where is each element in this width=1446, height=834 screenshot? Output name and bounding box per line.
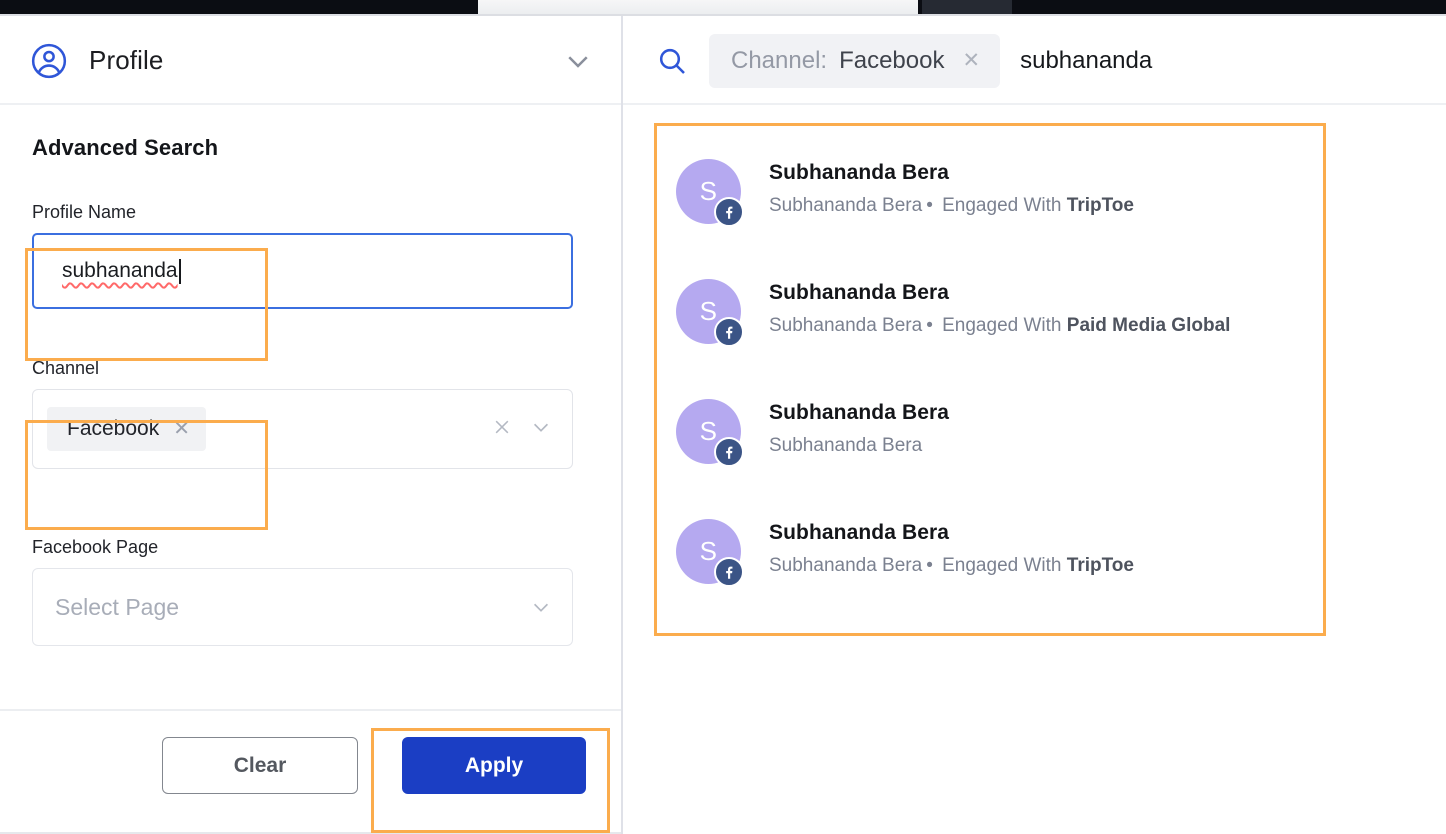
result-sub-name: Subhananda Bera [769, 435, 923, 456]
footer-button-row: Clear Apply [162, 737, 586, 794]
avatar: S [676, 159, 744, 227]
facebook-icon [714, 197, 744, 227]
profile-name-input[interactable]: subhananda [32, 233, 573, 309]
result-text: Subhananda Bera Subhananda Bera • Engaged… [769, 159, 1134, 217]
facebook-page-placeholder: Select Page [55, 593, 180, 620]
field-channel: Channel Facebook ✕ [32, 358, 573, 469]
facebook-page-select[interactable]: Select Page [32, 568, 573, 646]
engaged-with-value: TripToe [1066, 195, 1134, 216]
chip-label: Facebook [67, 417, 160, 440]
panel-header: Profile [0, 16, 621, 105]
page-title: Profile [89, 45, 164, 75]
close-icon[interactable] [492, 417, 512, 442]
result-name: Subhananda Bera [769, 401, 950, 424]
result-subtitle: Subhananda Bera • Engaged With TripToe [769, 555, 1134, 577]
separator-dot: • [926, 195, 933, 216]
panel-body: Advanced Search Profile Name subhananda … [0, 105, 621, 709]
close-icon[interactable]: ✕ [962, 48, 980, 73]
facebook-icon [714, 557, 744, 587]
result-name: Subhananda Bera [769, 521, 950, 544]
channel-chip-facebook[interactable]: Facebook ✕ [47, 407, 206, 451]
search-icon[interactable] [656, 45, 688, 77]
close-icon[interactable]: ✕ [173, 419, 190, 439]
text-caret [178, 258, 181, 284]
section-title: Advanced Search [32, 135, 219, 160]
result-subtitle: Subhananda Bera • Engaged With TripToe [769, 195, 1134, 217]
clear-button[interactable]: Clear [162, 737, 358, 794]
browser-tab-active[interactable] [478, 0, 918, 14]
separator-dot: • [926, 315, 933, 336]
result-subtitle: Subhananda Bera • Engaged With Paid Media… [769, 315, 1230, 337]
field-profile-name: Profile Name subhananda [32, 202, 573, 309]
channel-select[interactable]: Facebook ✕ [32, 389, 573, 469]
result-text: Subhananda Bera Subhananda Bera [769, 399, 949, 457]
facebook-icon [714, 317, 744, 347]
avatar: S [676, 399, 744, 467]
apply-button[interactable]: Apply [402, 737, 586, 794]
browser-tab-inactive[interactable] [922, 0, 1012, 14]
result-sub-name: Subhananda Bera [769, 315, 923, 336]
footer-divider [0, 709, 621, 711]
browser-tab-strip [0, 0, 1446, 14]
engaged-label: Engaged With [942, 195, 1062, 216]
profile-name-label: Profile Name [32, 202, 137, 222]
field-facebook-page: Facebook Page Select Page [32, 537, 573, 646]
chevron-down-icon[interactable] [530, 416, 552, 443]
chevron-down-icon[interactable] [530, 596, 552, 618]
channel-select-actions [492, 416, 552, 443]
header-divider [623, 103, 1446, 105]
app-window: Profile Advanced Search Profile Name sub… [0, 16, 1446, 834]
token-key: Channel: [731, 46, 828, 74]
search-header: Channel: Facebook ✕ subhananda [623, 16, 1446, 105]
chevron-down-icon[interactable] [563, 46, 593, 76]
separator-dot: • [926, 555, 933, 576]
engaged-with-value: Paid Media Global [1066, 315, 1231, 336]
result-text: Subhananda Bera Subhananda Bera • Engaged… [769, 279, 1230, 337]
avatar: S [676, 519, 744, 587]
search-results-panel: Channel: Facebook ✕ subhananda S Subhana… [623, 16, 1446, 834]
list-item[interactable]: S Subhananda Bera Subhananda Bera [676, 399, 949, 467]
result-name: Subhananda Bera [769, 161, 950, 184]
result-text: Subhananda Bera Subhananda Bera • Engaged… [769, 519, 1134, 577]
facebook-icon [714, 437, 744, 467]
channel-label: Channel [32, 358, 100, 378]
profile-name-value: subhananda [62, 259, 178, 282]
facebook-page-label: Facebook Page [32, 537, 159, 557]
search-filter-token-channel[interactable]: Channel: Facebook ✕ [709, 33, 1001, 88]
panel-footer: Clear Apply [0, 709, 621, 834]
engaged-label: Engaged With [942, 315, 1062, 336]
list-item[interactable]: S Subhananda Bera Subhananda Bera • Engag… [676, 519, 1134, 587]
token-value: Facebook [839, 46, 945, 74]
list-item[interactable]: S Subhananda Bera Subhananda Bera • Engag… [676, 279, 1230, 347]
result-subtitle: Subhananda Bera [769, 435, 949, 457]
results-list: S Subhananda Bera Subhananda Bera • Engag… [654, 123, 1325, 639]
result-sub-name: Subhananda Bera [769, 555, 923, 576]
result-sub-name: Subhananda Bera [769, 195, 923, 216]
result-name: Subhananda Bera [769, 281, 950, 304]
engaged-label: Engaged With [942, 555, 1062, 576]
engaged-with-value: TripToe [1066, 555, 1134, 576]
user-circle-icon [30, 42, 68, 80]
search-input[interactable]: subhananda [1020, 47, 1152, 75]
advanced-search-panel: Profile Advanced Search Profile Name sub… [0, 16, 622, 834]
list-item[interactable]: S Subhananda Bera Subhananda Bera • Engag… [676, 159, 1134, 227]
avatar: S [676, 279, 744, 347]
